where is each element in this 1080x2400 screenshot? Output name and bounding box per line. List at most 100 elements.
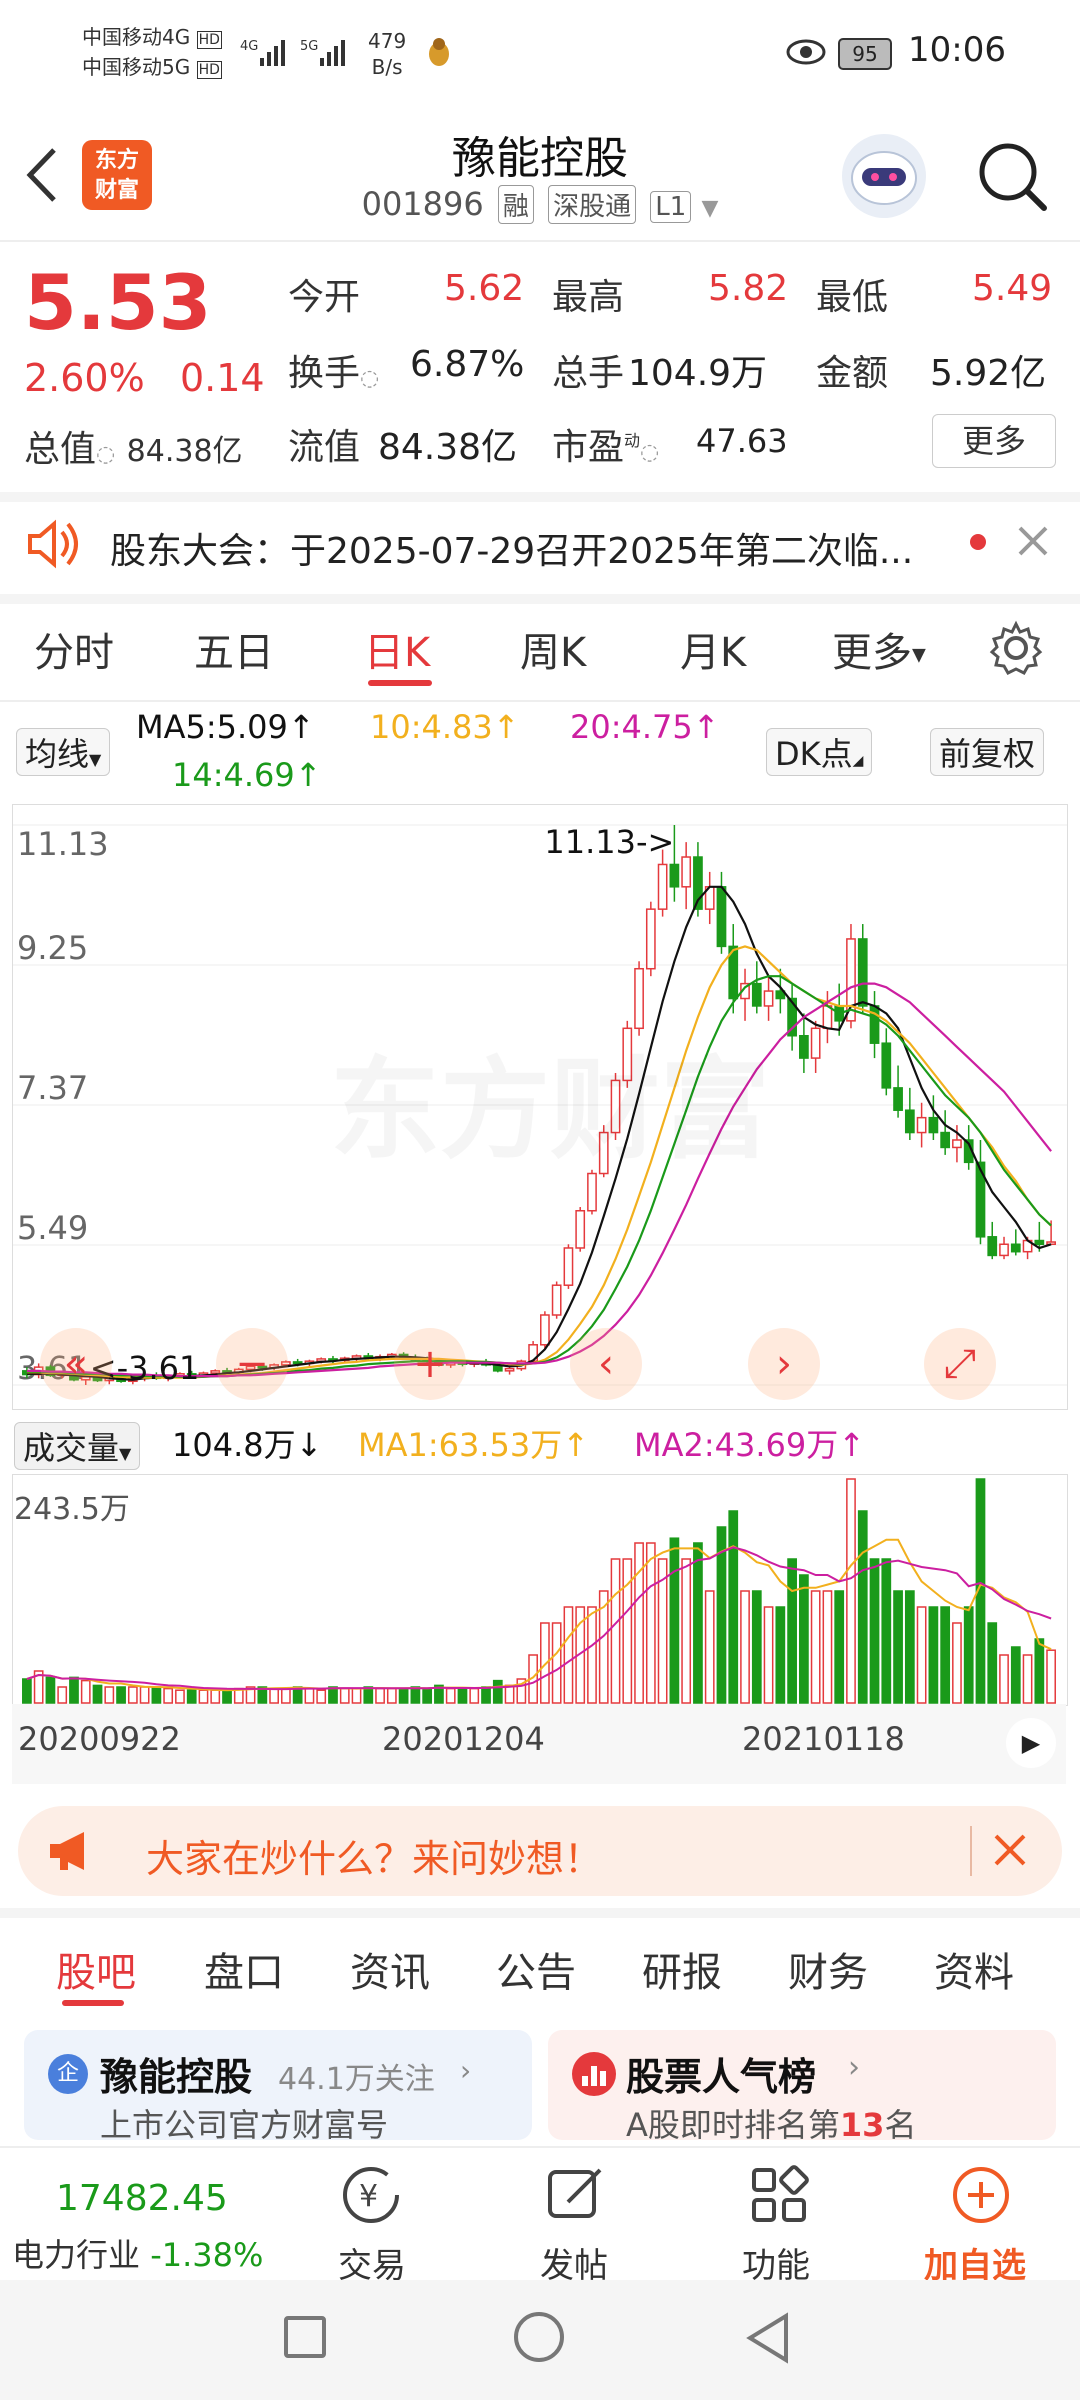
notice-text[interactable]: 股东大会：于2025-07-29召开2025年第二次临... xyxy=(110,522,913,574)
volume-bar xyxy=(869,1558,880,1704)
recent-apps-icon[interactable] xyxy=(284,2316,326,2358)
svg-text:5G: 5G xyxy=(300,39,318,54)
company-account-card[interactable]: 企 豫能控股 44.1万关注 › 上市公司官方财富号 xyxy=(24,2030,532,2144)
tab-news[interactable]: 资讯 xyxy=(350,1940,430,1998)
speaker-icon xyxy=(24,516,84,576)
y-tick-label: 7.37 xyxy=(17,1069,88,1107)
play-right-icon[interactable]: ▶ xyxy=(1006,1718,1056,1768)
tag-level: L1 xyxy=(650,191,692,223)
volume-bar xyxy=(139,1686,150,1704)
volume-bar xyxy=(987,1622,998,1704)
volume-select[interactable]: 成交量▼ xyxy=(14,1422,141,1470)
volume-bar xyxy=(281,1687,291,1704)
divider xyxy=(0,1908,1080,1918)
more-button[interactable]: 更多 xyxy=(932,414,1056,468)
max-price-annotation: 11.13-> xyxy=(544,823,674,861)
candle-body xyxy=(563,1247,574,1286)
prev-icon[interactable]: ‹ xyxy=(570,1328,642,1400)
app-notification-icon xyxy=(424,34,454,70)
hd-badge-1: HD xyxy=(196,31,222,49)
candle-body xyxy=(716,886,727,948)
volume-bar xyxy=(916,1606,927,1704)
volume-bar xyxy=(563,1606,574,1704)
volume-bar xyxy=(375,1687,385,1704)
close-icon[interactable] xyxy=(992,1832,1028,1872)
volume-bar xyxy=(704,1590,715,1704)
industry-row[interactable]: 电力行业 -1.38% xyxy=(12,2230,263,2276)
watermark: 东方财富 xyxy=(330,1020,770,1180)
dk-point-button[interactable]: DK点◢ xyxy=(766,728,873,776)
adjust-mode-button[interactable]: 前复权 xyxy=(930,728,1045,776)
megaphone-icon xyxy=(46,1828,96,1878)
info-circle-icon: ◌ xyxy=(360,366,380,391)
features-grid-icon xyxy=(746,2162,812,2232)
volume-bar xyxy=(810,1590,821,1704)
popularity-subtitle: A股即时排名第13名 xyxy=(626,2106,917,2144)
divider xyxy=(0,492,1080,502)
candle-body xyxy=(987,1236,998,1257)
robot-assistant-icon[interactable] xyxy=(842,134,926,218)
ask-banner[interactable]: 大家在炒什么？来问妙想！ xyxy=(18,1806,1062,1896)
volume-bar xyxy=(740,1590,750,1704)
volume-bar xyxy=(186,1689,197,1704)
tab-daily-k[interactable]: 日K xyxy=(364,620,430,678)
volume-bar xyxy=(386,1687,397,1704)
tab-research[interactable]: 研报 xyxy=(642,1940,722,1998)
zoom-out-icon[interactable]: − xyxy=(216,1328,288,1400)
divider xyxy=(0,594,1080,604)
eye-icon xyxy=(786,38,826,70)
system-nav-bar xyxy=(0,2280,1080,2400)
total-value-row[interactable]: 总值◌ 84.38亿 xyxy=(24,420,243,472)
current-price: 5.53 xyxy=(24,258,212,347)
candle-body xyxy=(1034,1239,1045,1246)
volume-bar xyxy=(422,1687,433,1704)
volume-chart[interactable] xyxy=(12,1474,1068,1706)
tab-announcements[interactable]: 公告 xyxy=(496,1940,576,1998)
high-label: 最高 xyxy=(552,277,625,318)
tab-monthly-k[interactable]: 月K xyxy=(680,620,746,678)
volume-bar xyxy=(398,1687,409,1704)
open-label: 今开 xyxy=(288,277,361,318)
tab-five-day[interactable]: 五日 xyxy=(194,620,274,678)
indicator-select[interactable]: 均线▼ xyxy=(16,728,111,776)
volume-bar xyxy=(857,1510,868,1704)
tab-orderbook[interactable]: 盘口 xyxy=(204,1940,284,1998)
volume-bar xyxy=(928,1606,939,1704)
fullscreen-icon[interactable]: ⤢ xyxy=(924,1328,996,1400)
popularity-card[interactable]: 股票人气榜 › A股即时排名第13名 xyxy=(548,2030,1056,2144)
tab-more[interactable]: 更多▼ xyxy=(832,620,926,678)
volume-bar xyxy=(328,1686,338,1704)
volume-bar xyxy=(1010,1646,1021,1704)
settings-gear-icon[interactable] xyxy=(988,620,1044,680)
volume-max-label: 243.5万 xyxy=(14,1492,130,1527)
volume-bar xyxy=(210,1689,221,1704)
tab-intraday[interactable]: 分时 xyxy=(34,620,114,678)
volume-bar xyxy=(846,1478,856,1704)
open-value: 5.62 xyxy=(444,268,525,309)
volume-bar xyxy=(751,1590,762,1704)
home-icon[interactable] xyxy=(514,2312,564,2362)
tab-forum[interactable]: 股吧 xyxy=(56,1940,136,1998)
hd-badge-2: HD xyxy=(196,61,222,79)
volume-bar xyxy=(469,1687,480,1704)
volume-label: 总手 xyxy=(552,353,625,394)
volume-bar xyxy=(645,1542,656,1704)
tab-profile[interactable]: 资料 xyxy=(934,1940,1014,1998)
search-icon[interactable] xyxy=(976,140,1048,216)
vol-ma1: MA1:63.53万↑ xyxy=(358,1426,590,1464)
back-triangle-icon[interactable] xyxy=(744,2312,792,2368)
volume-bar xyxy=(151,1686,162,1704)
tab-finance[interactable]: 财务 xyxy=(788,1940,868,1998)
network-speed: 479 B/s xyxy=(368,29,407,79)
volume-bar xyxy=(834,1590,845,1704)
close-icon[interactable] xyxy=(1016,524,1050,562)
pe-value: 47.63 xyxy=(696,422,788,460)
tab-weekly-k[interactable]: 周K xyxy=(520,620,586,678)
volume-bar xyxy=(669,1537,680,1704)
next-icon[interactable]: › xyxy=(748,1328,820,1400)
volume-bar xyxy=(693,1542,703,1704)
turnover-label: 换手◌ xyxy=(288,353,380,394)
volume-bar xyxy=(457,1687,468,1704)
zoom-in-icon[interactable]: + xyxy=(394,1328,466,1400)
back-page-icon[interactable]: « xyxy=(40,1328,112,1400)
